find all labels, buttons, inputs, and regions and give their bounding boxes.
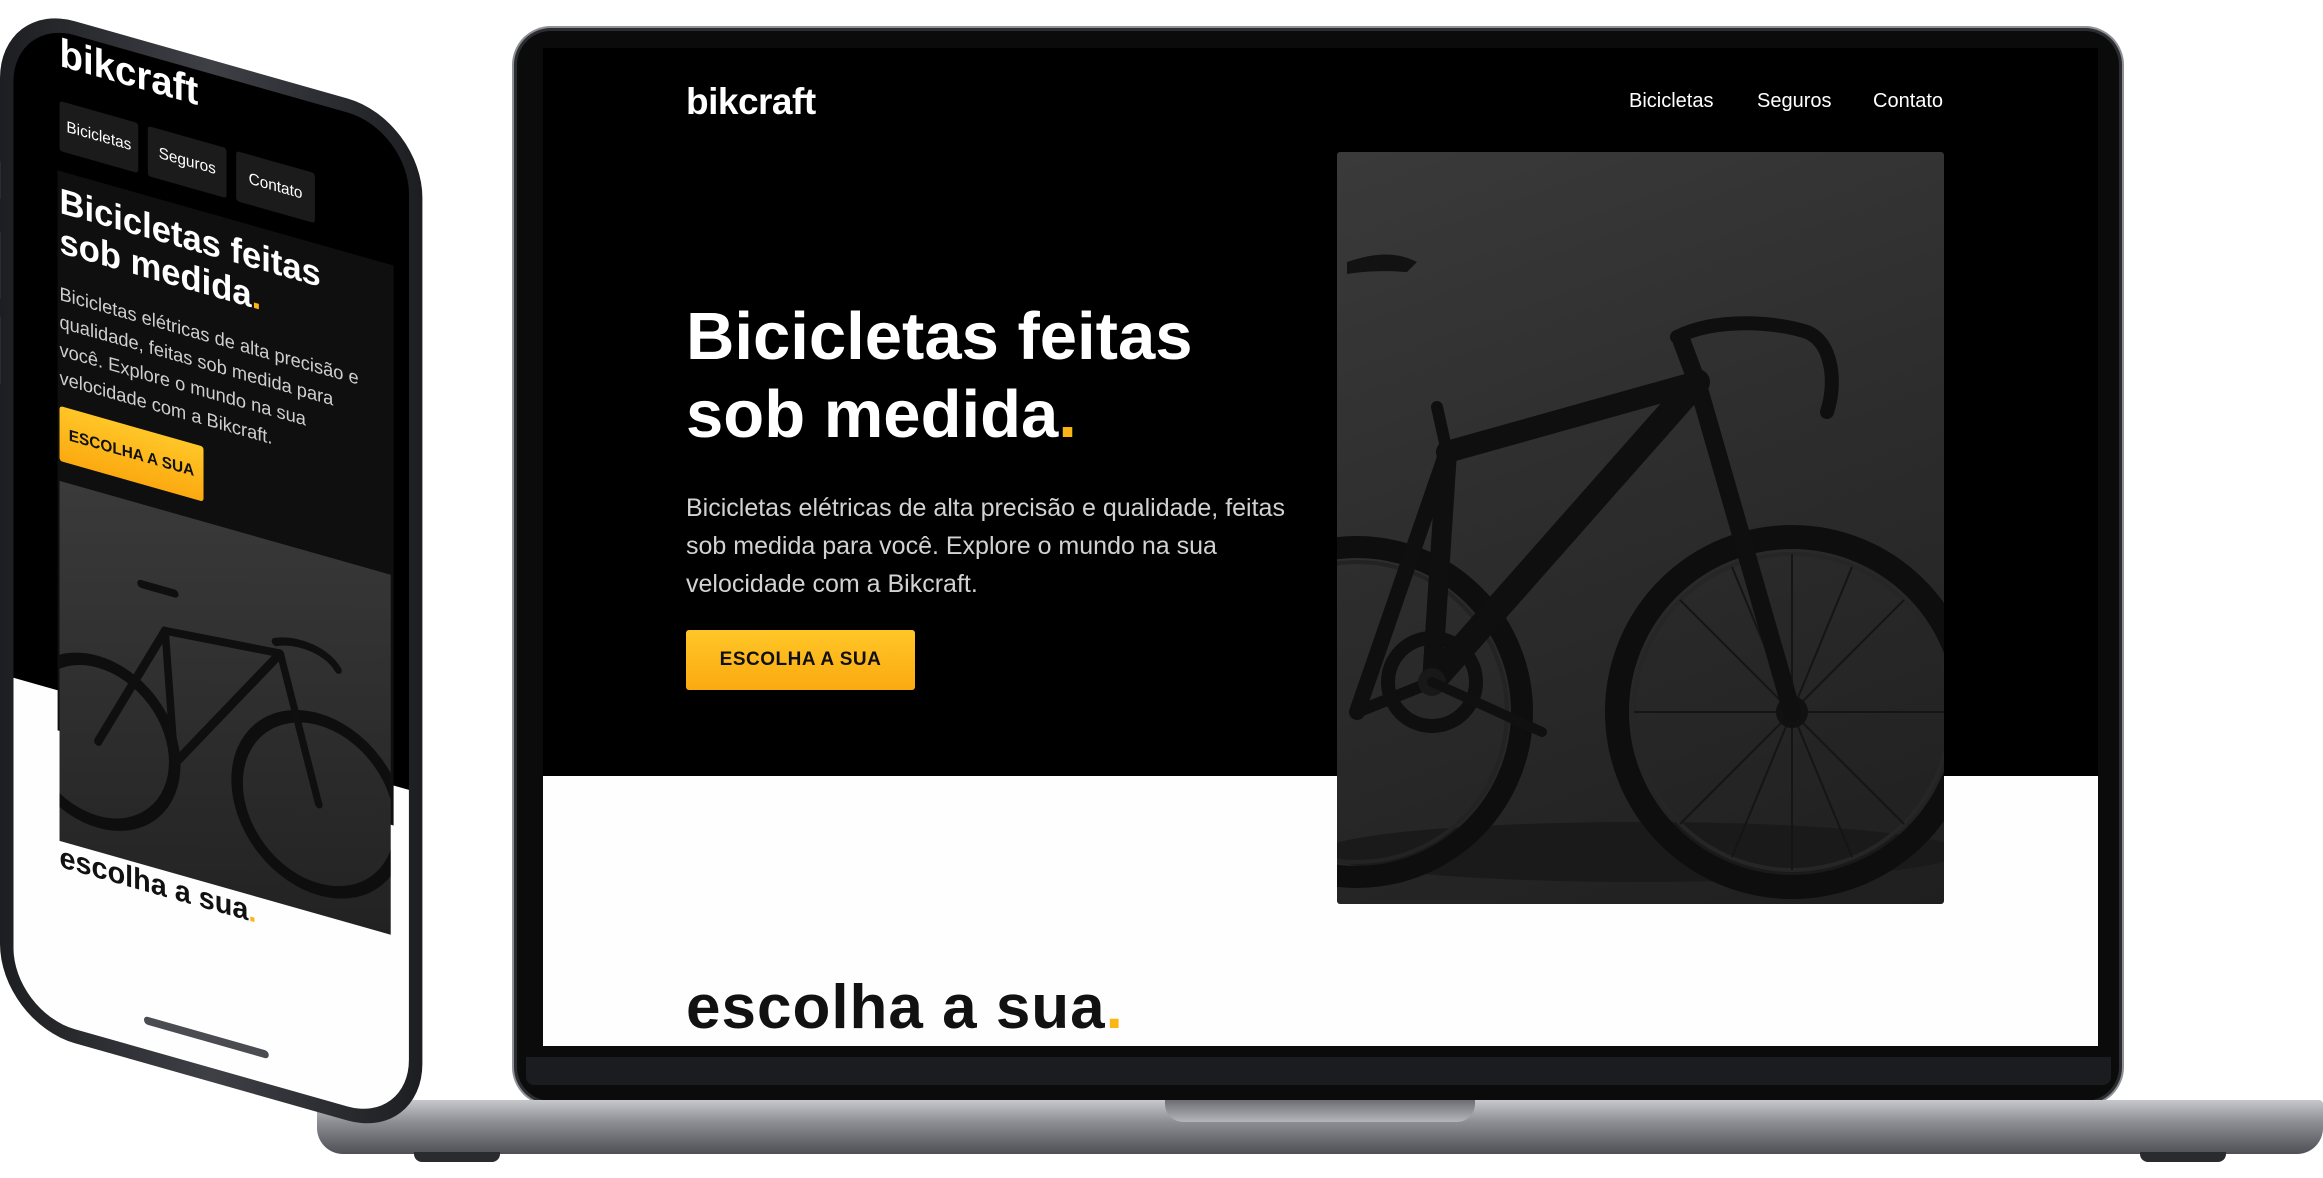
bike-image	[1337, 152, 1944, 904]
choose-yours-button[interactable]: ESCOLHA A SUA	[686, 630, 915, 690]
phone-volume-down	[0, 313, 1, 386]
phone-section-title-dot: .	[248, 894, 257, 930]
section-title: escolha a sua.	[686, 972, 1124, 1043]
phone-nav-contato[interactable]: Contato	[236, 150, 315, 224]
phone-volume-up	[0, 228, 1, 301]
hero-title: Bicicletas feitas sob medida.	[686, 298, 1246, 454]
nav-link-seguros[interactable]: Seguros	[1757, 90, 1832, 113]
phone-mockup: bikcraft Bicicletas Seguros Contato Bici…	[0, 0, 423, 1142]
hero-title-dot: .	[1058, 377, 1077, 452]
laptop-foot-right	[2140, 1152, 2226, 1162]
laptop-screen: bikcraft Bicicletas Seguros Contato Bici…	[543, 48, 2098, 1046]
laptop-foot-left	[414, 1152, 500, 1162]
section-title-text: escolha a sua	[686, 973, 1106, 1042]
phone-hero-title-dot: .	[251, 274, 262, 319]
nav-link-contato[interactable]: Contato	[1873, 90, 1943, 113]
laptop-bezel-bottom	[526, 1057, 2111, 1085]
phone-nav-bicicletas[interactable]: Bicicletas	[59, 100, 139, 174]
laptop-trackpad-notch	[1165, 1100, 1475, 1122]
phone-mute-switch	[0, 158, 1, 201]
phone-nav-seguros[interactable]: Seguros	[147, 125, 227, 199]
nav-link-bicicletas[interactable]: Bicicletas	[1629, 90, 1713, 113]
hero-title-text: Bicicletas feitas sob medida	[686, 299, 1193, 452]
hero-description: Bicicletas elétricas de alta precisão e …	[686, 494, 1285, 598]
site-logo[interactable]: bikcraft	[686, 81, 816, 123]
bike-illustration	[1337, 254, 1944, 899]
phone-screen: bikcraft Bicicletas Seguros Contato Bici…	[13, 17, 409, 1124]
section-title-dot: .	[1105, 973, 1124, 1042]
